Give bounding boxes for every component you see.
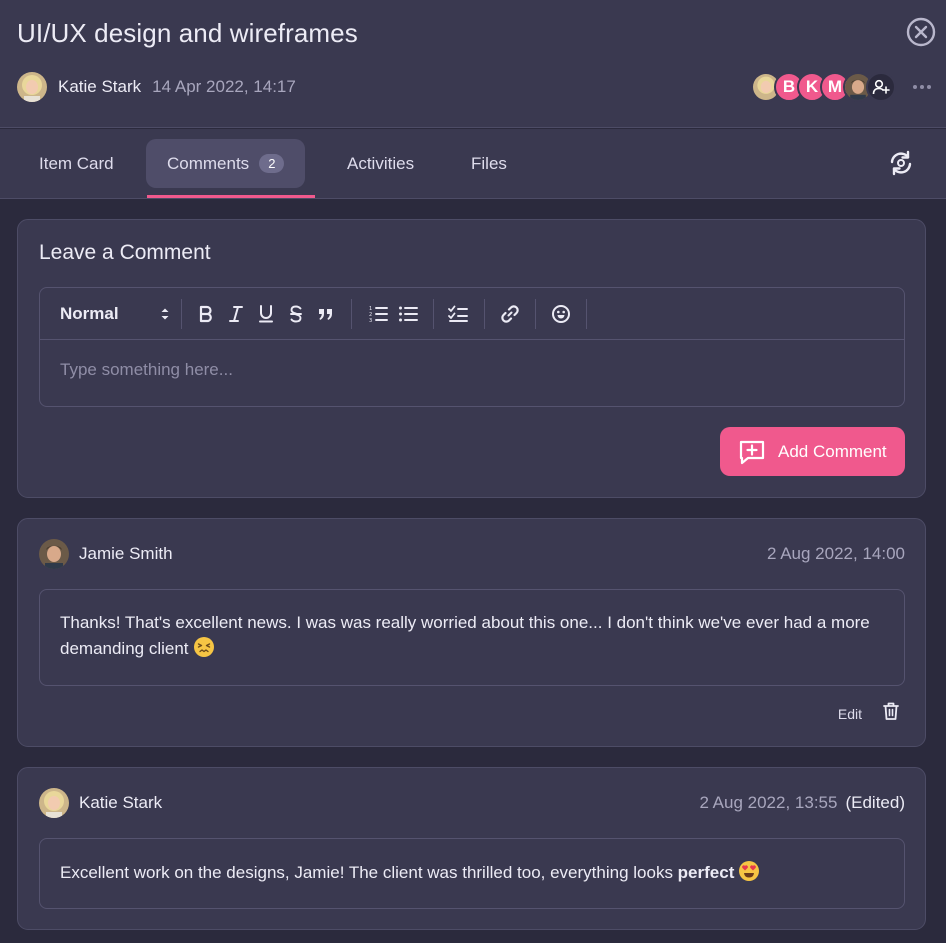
bold-icon bbox=[199, 305, 212, 323]
comment-card: Katie Stark 2 Aug 2022, 13:55 (Edited) Ex… bbox=[17, 767, 926, 930]
avatar bbox=[39, 539, 69, 569]
comment-date: 2 Aug 2022, 14:00 bbox=[767, 544, 905, 564]
comment-text: Thanks! That's excellent news. I was was… bbox=[60, 613, 870, 658]
avatar bbox=[17, 72, 47, 102]
toolbar-divider bbox=[181, 299, 182, 329]
bullet-list-button[interactable] bbox=[395, 301, 421, 327]
italic-button[interactable] bbox=[224, 301, 248, 327]
add-comment-label: Add Comment bbox=[778, 441, 887, 461]
more-button[interactable] bbox=[910, 76, 934, 98]
rich-text-editor: Normal 1 2 3 Type something here... bbox=[39, 287, 905, 407]
italic-icon bbox=[229, 306, 243, 322]
add-member-icon bbox=[872, 79, 890, 95]
comment-input[interactable]: Type something here... bbox=[60, 360, 233, 380]
strikethrough-button[interactable] bbox=[284, 301, 308, 327]
persevering-face-emoji bbox=[193, 636, 215, 666]
count-badge: 2 bbox=[259, 154, 285, 173]
link-icon bbox=[501, 305, 519, 323]
tab-activities[interactable]: Activities bbox=[347, 139, 414, 188]
comment-author-name[interactable]: Jamie Smith bbox=[79, 544, 173, 564]
bold-button[interactable] bbox=[194, 301, 218, 327]
underline-button[interactable] bbox=[254, 301, 278, 327]
composer-title: Leave a Comment bbox=[39, 241, 211, 264]
comment-timestamp: 2 Aug 2022, 14:00 bbox=[766, 544, 905, 563]
tab-label: Files bbox=[471, 153, 507, 173]
comment-body: Excellent work on the designs, Jamie! Th… bbox=[39, 838, 905, 909]
edited-label: (Edited) bbox=[845, 793, 905, 812]
toolbar-divider bbox=[433, 299, 434, 329]
svg-text:3: 3 bbox=[369, 318, 372, 323]
format-select[interactable]: Normal bbox=[60, 301, 170, 327]
comment-body: Thanks! That's excellent news. I was was… bbox=[39, 589, 905, 686]
comment-actions: Edit bbox=[838, 701, 900, 726]
close-button[interactable] bbox=[905, 16, 937, 48]
close-icon bbox=[906, 17, 936, 47]
format-select-value: Normal bbox=[60, 304, 119, 323]
author-info: Katie Stark 14 Apr 2022, 14:17 bbox=[17, 71, 296, 103]
author-name[interactable]: Katie Stark bbox=[58, 77, 141, 97]
emoji-icon bbox=[552, 305, 570, 323]
delete-comment-button[interactable] bbox=[882, 701, 900, 726]
quote-button[interactable] bbox=[314, 301, 338, 327]
toolbar-divider bbox=[484, 299, 485, 329]
tab-comments[interactable]: Comments 2 bbox=[146, 139, 306, 188]
edit-comment-button[interactable]: Edit bbox=[838, 706, 862, 722]
refresh-icon bbox=[890, 150, 912, 176]
tab-label: Comments bbox=[167, 153, 250, 173]
toolbar-divider bbox=[351, 299, 352, 329]
ordered-list-icon: 1 2 3 bbox=[369, 306, 388, 323]
page-title: UI/UX design and wireframes bbox=[17, 18, 358, 48]
tab-files[interactable]: Files bbox=[471, 139, 507, 188]
chevron-updown-icon bbox=[161, 308, 169, 320]
comment-composer: Leave a Comment Normal 1 2 3 Type someth… bbox=[17, 219, 926, 498]
avatar bbox=[39, 788, 69, 818]
comment-add-icon bbox=[739, 440, 765, 464]
link-button[interactable] bbox=[497, 301, 523, 327]
created-date: 14 Apr 2022, 14:17 bbox=[152, 77, 296, 96]
underline-icon bbox=[259, 305, 273, 323]
comment-date: 2 Aug 2022, 13:55 (Edited) bbox=[699, 793, 905, 813]
add-comment-button[interactable]: Add Comment bbox=[720, 427, 905, 476]
member-avatars[interactable]: B K M bbox=[751, 71, 896, 103]
emoji-button[interactable] bbox=[548, 301, 574, 327]
more-icon bbox=[913, 85, 931, 89]
strikethrough-icon bbox=[290, 305, 302, 323]
comment-author: Jamie Smith bbox=[39, 539, 173, 569]
tab-label: Item Card bbox=[39, 153, 114, 173]
checklist-icon bbox=[448, 305, 468, 322]
refresh-button[interactable] bbox=[886, 148, 916, 178]
comment-card: Jamie Smith 2 Aug 2022, 14:00 Thanks! Th… bbox=[17, 518, 926, 747]
editor-toolbar: Normal 1 2 3 bbox=[40, 288, 904, 340]
quote-icon bbox=[319, 309, 332, 320]
checklist-button[interactable] bbox=[445, 301, 471, 327]
tab-bar: Item Card Comments 2 Activities Files bbox=[0, 129, 946, 199]
comment-timestamp: 2 Aug 2022, 13:55 bbox=[699, 793, 838, 812]
toolbar-divider bbox=[586, 299, 587, 329]
comment-bold-text: perfect bbox=[677, 863, 735, 882]
heart-eyes-emoji bbox=[738, 860, 760, 890]
card-header: UI/UX design and wireframes Katie Stark … bbox=[0, 0, 946, 128]
toolbar-divider bbox=[535, 299, 536, 329]
comment-text: Excellent work on the designs, Jamie! Th… bbox=[60, 863, 678, 882]
ordered-list-button[interactable]: 1 2 3 bbox=[365, 301, 391, 327]
active-tab-indicator bbox=[147, 195, 315, 198]
add-member-button[interactable] bbox=[866, 72, 896, 102]
comment-author-name[interactable]: Katie Stark bbox=[79, 793, 162, 813]
tab-label: Activities bbox=[347, 153, 415, 173]
tab-item-card[interactable]: Item Card bbox=[39, 139, 114, 188]
bullet-list-icon bbox=[399, 306, 418, 322]
trash-icon bbox=[883, 702, 899, 720]
comment-author: Katie Stark bbox=[39, 788, 162, 818]
